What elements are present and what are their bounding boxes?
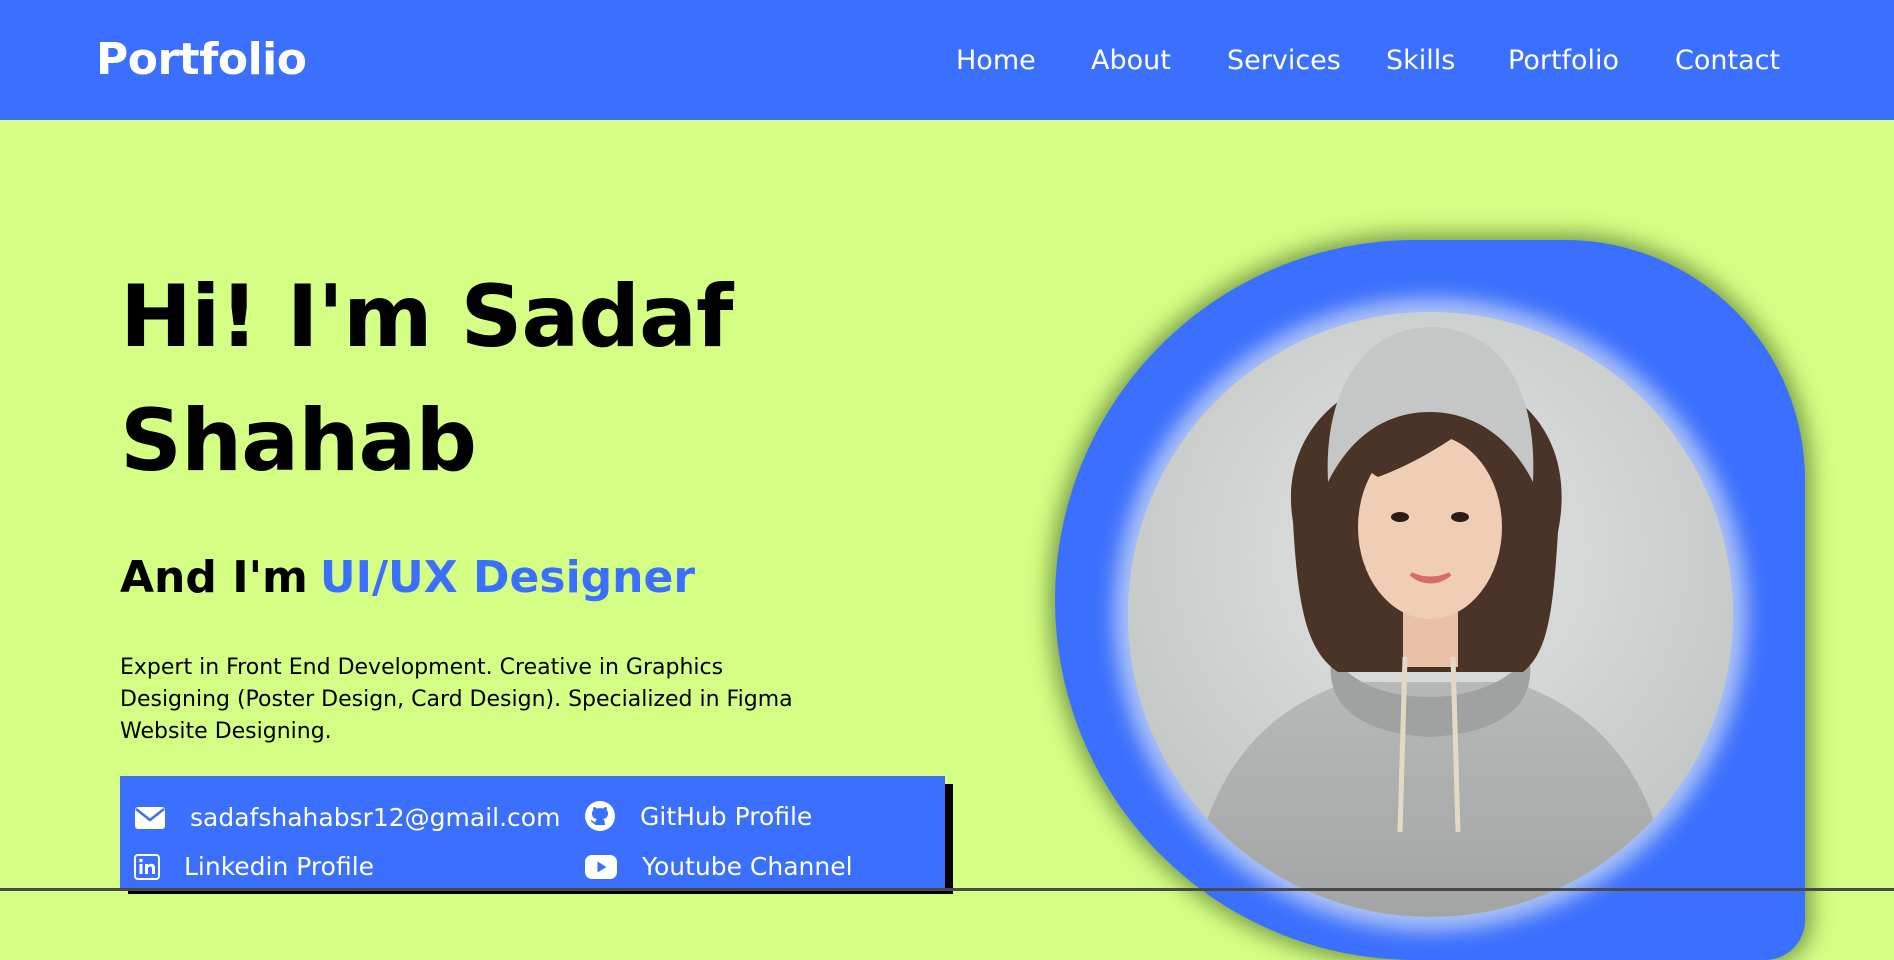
hero-title: Hi! I'm Sadaf Shahab [120,267,733,491]
nav-link-portfolio[interactable]: Portfolio [1508,45,1619,76]
contact-youtube-label: Youtube Channel [642,852,853,881]
envelope-icon [135,806,165,829]
profile-photo [1128,312,1733,917]
contact-linkedin-label: Linkedin Profile [184,852,375,881]
nav-link-about[interactable]: About [1091,45,1171,76]
nav-link-skills[interactable]: Skills [1386,45,1455,76]
linkedin-icon [134,853,160,880]
nav-link-contact[interactable]: Contact [1675,45,1780,76]
youtube-icon [585,854,617,879]
contact-github-label: GitHub Profile [640,801,813,831]
github-icon [585,801,615,831]
role-title: UI/UX Designer [319,552,696,603]
nav-link-home[interactable]: Home [956,45,1036,76]
contact-box: sadafshahabsr12@gmail.com GitHub Profile… [120,776,945,891]
hero-description: Expert in Front End Development. Creativ… [120,655,793,744]
role-line: And I'm UI/UX Designer [120,552,695,603]
contact-github[interactable]: GitHub Profile [584,800,812,832]
role-prefix: And I'm [120,552,308,603]
nav-link-services[interactable]: Services [1227,45,1341,76]
navbar: Portfolio Home About Services Skills Por… [0,0,1894,120]
contact-email[interactable]: sadafshahabsr12@gmail.com [134,803,560,832]
contact-youtube[interactable]: Youtube Channel [584,852,853,881]
contact-linkedin[interactable]: Linkedin Profile [134,852,374,881]
contact-email-label: sadafshahabsr12@gmail.com [190,803,561,832]
profile-portrait-image [1128,312,1733,917]
brand-logo[interactable]: Portfolio [96,34,307,85]
